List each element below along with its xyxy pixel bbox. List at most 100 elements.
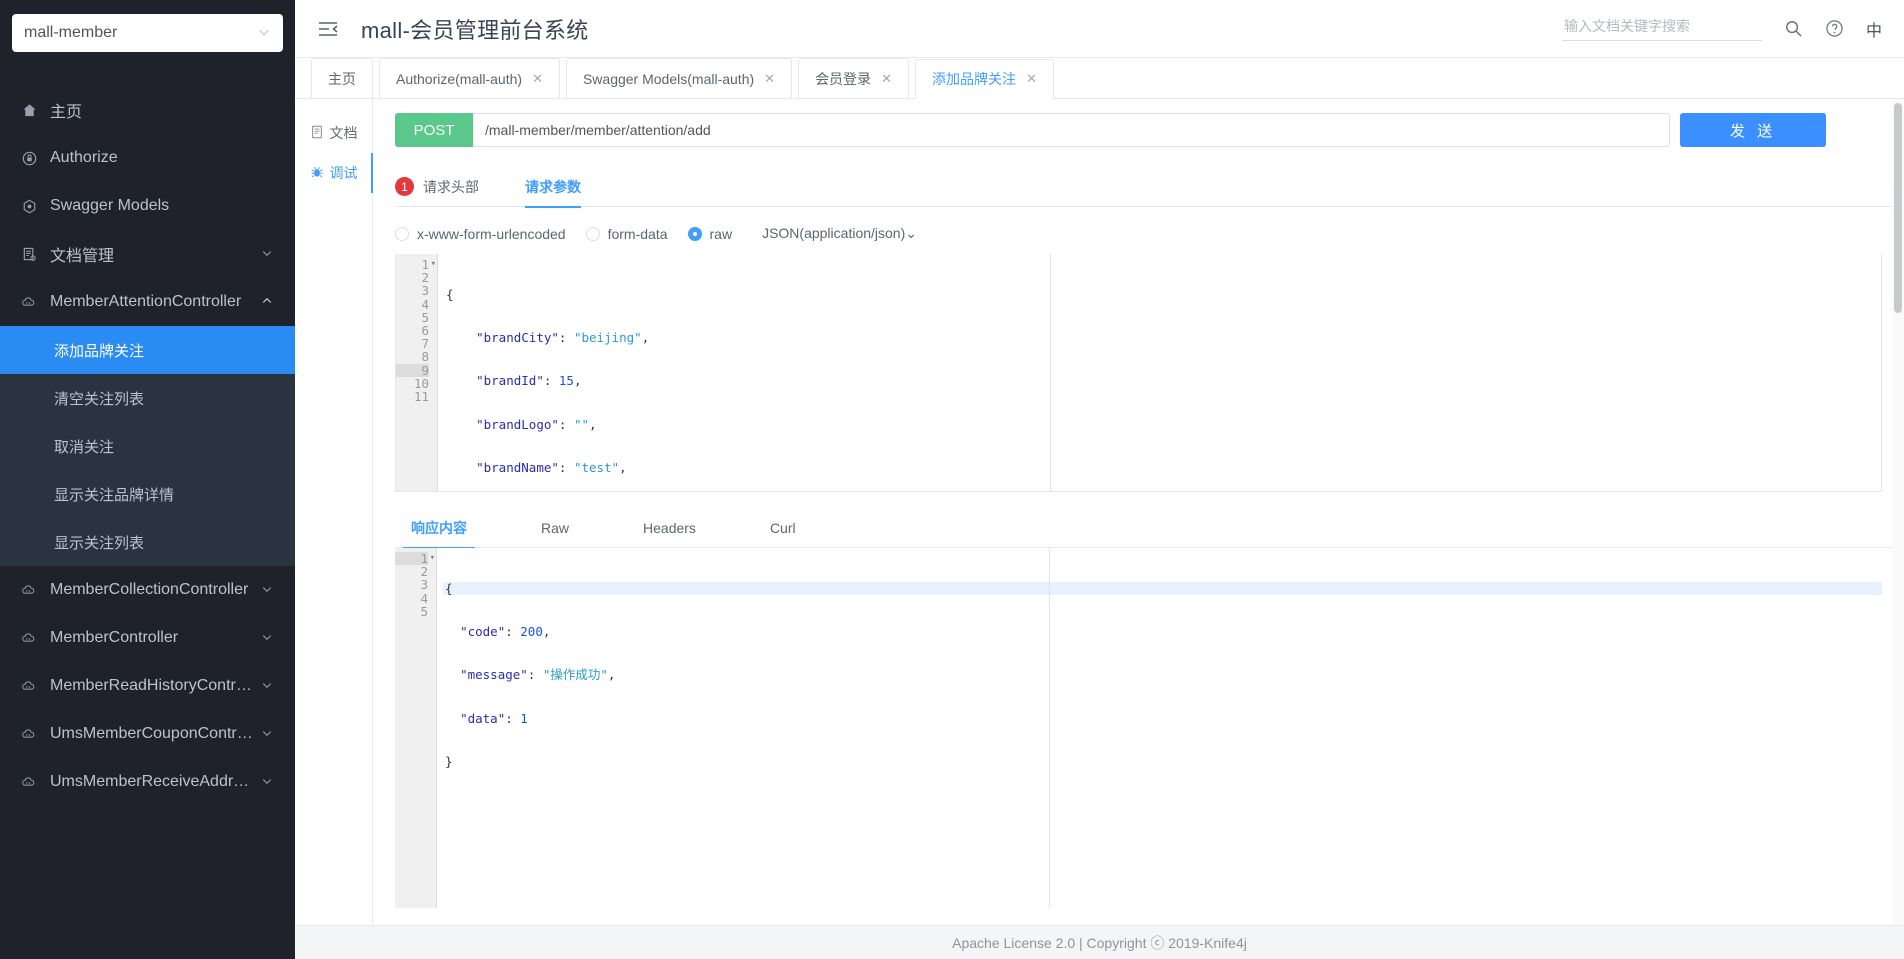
tab-response-body[interactable]: 响应内容 (403, 508, 475, 549)
tab-label: 会员登录 (815, 70, 872, 87)
radio-dot-selected-icon (687, 226, 702, 241)
send-request-button[interactable]: 发 送 (1680, 113, 1826, 147)
sidebar-subitem-show-brand-detail[interactable]: 显示关注品牌详情 (0, 470, 295, 518)
radio-x-www-form-urlencoded[interactable]: x-www-form-urlencoded (395, 226, 566, 242)
api-icon (18, 678, 40, 694)
content-type-select[interactable]: JSON(application/json)⌄ (762, 225, 917, 242)
tab-response-curl[interactable]: Curl (762, 508, 804, 548)
editor-divider (1049, 548, 1050, 908)
sidebar-item-membercollectioncontroller[interactable]: MemberCollectionController (0, 566, 295, 614)
tab-request-headers[interactable]: 1 请求头部 (395, 167, 479, 207)
close-icon[interactable]: ✕ (532, 71, 543, 87)
search-box[interactable] (1561, 16, 1762, 41)
sidebar-item-memberreadhistorycontroller[interactable]: MemberReadHistoryController (0, 662, 295, 710)
request-body-editor[interactable]: 1 2 3 4 5 6 7 8 9 10 11 { "brandCity": "… (395, 254, 1882, 492)
code-line: "code": 200, (460, 624, 551, 640)
tab-swagger-models[interactable]: Swagger Models(mall-auth) ✕ (565, 58, 793, 98)
chevron-down-icon (261, 247, 273, 262)
status-badge: 1 (395, 177, 414, 196)
nav-item-label: 调试 (329, 165, 358, 181)
request-body-code[interactable]: { "brandCity": "beijing", "brandId": 15,… (438, 254, 1881, 491)
response-body-editor[interactable]: 1 2 3 4 5 { "code": 200, "message": "操作成… (395, 548, 1882, 908)
model-icon (18, 199, 40, 214)
sidebar-item-authorize[interactable]: Authorize (0, 134, 295, 182)
radio-form-data[interactable]: form-data (585, 226, 668, 242)
home-icon (18, 103, 40, 118)
line-number: 8 (421, 349, 429, 365)
sidebar-item-home[interactable]: 主页 (0, 86, 295, 134)
api-icon (18, 726, 40, 742)
sidebar-item-membercontroller[interactable]: MemberController (0, 614, 295, 662)
tab-home[interactable]: 主页 (311, 58, 373, 98)
language-toggle[interactable]: 中 (1866, 17, 1882, 41)
service-select[interactable]: mall-member (12, 14, 283, 52)
code-line: "brandLogo": "", (476, 416, 597, 432)
http-method-button[interactable]: POST (395, 113, 473, 147)
tab-add-brand-attention[interactable]: 添加品牌关注 ✕ (914, 59, 1054, 99)
nav-item-doc[interactable]: 文档 (295, 113, 372, 153)
bug-icon (310, 165, 324, 182)
close-icon[interactable]: ✕ (764, 71, 775, 87)
body-type-radios: x-www-form-urlencoded form-data raw JSON… (395, 225, 1904, 242)
response-editor-gutter: 1 2 3 4 5 (395, 548, 437, 908)
radio-dot-icon (395, 226, 409, 241)
line-number: 3 (420, 577, 428, 593)
radio-dot-icon (585, 226, 600, 241)
sidebar-item-label: 文档管理 (50, 248, 115, 265)
service-select-wrapper: mall-member (0, 0, 295, 62)
request-url-row: POST /mall-member/member/attention/add 发… (395, 113, 1904, 147)
lock-icon (18, 151, 40, 166)
request-url-input[interactable]: /mall-member/member/attention/add (473, 113, 1670, 147)
code-line: "brandId": 15, (476, 373, 582, 389)
page-scrollbar[interactable] (1892, 99, 1904, 925)
sidebar-item-swagger-models[interactable]: Swagger Models (0, 182, 295, 230)
help-circle-icon[interactable] (1825, 19, 1844, 38)
sidebar-nav: 主页 Authorize Swagger Models 文档管理 MemberA… (0, 86, 295, 806)
doc-icon (18, 247, 40, 262)
tab-request-params[interactable]: 请求参数 (525, 167, 581, 208)
tab-label: 主页 (328, 70, 356, 87)
tab-label: Curl (769, 519, 796, 536)
main-area: mall-会员管理前台系统 中 主页 Authorize(mall-auth) … (295, 0, 1904, 959)
response-body-code[interactable]: { "code": 200, "message": "操作成功", "data"… (437, 548, 1882, 908)
close-icon[interactable]: ✕ (1026, 71, 1037, 87)
scrollbar-thumb[interactable] (1894, 103, 1902, 313)
radio-raw[interactable]: raw (687, 225, 733, 242)
api-icon (18, 294, 40, 310)
sidebar-item-umsmemberreceiveaddresscontroller[interactable]: UmsMemberReceiveAddressCont… (0, 758, 295, 806)
tab-member-login[interactable]: 会员登录 ✕ (798, 58, 909, 98)
tab-label: 请求参数 (525, 178, 581, 195)
search-icon[interactable] (1784, 19, 1803, 38)
sidebar-item-label: MemberAttentionController (50, 293, 242, 310)
close-icon[interactable]: ✕ (881, 71, 892, 87)
sidebar-subitem-show-attention-list[interactable]: 显示关注列表 (0, 518, 295, 566)
tab-response-raw[interactable]: Raw (533, 508, 577, 548)
tab-authorize[interactable]: Authorize(mall-auth) ✕ (379, 58, 560, 98)
sidebar-item-umsmembercouponcontroller[interactable]: UmsMemberCouponController (0, 710, 295, 758)
radio-label: x-www-form-urlencoded (417, 225, 566, 242)
search-input[interactable] (1561, 16, 1762, 35)
line-number: 3 (421, 283, 429, 299)
request-editor-gutter: 1 2 3 4 5 6 7 8 9 10 11 (396, 254, 438, 491)
chevron-down-icon: ⌄ (905, 225, 917, 241)
doc-debug-nav: 文档 调试 (295, 99, 373, 925)
code-line: "brandName": "test", (476, 459, 627, 475)
response-tabs: 响应内容 Raw Headers Curl ✔ 显示说明 响应码: 200 (395, 508, 1904, 549)
menu-collapse-icon[interactable] (317, 18, 339, 40)
nav-item-debug[interactable]: 调试 (295, 153, 373, 193)
sidebar-item-label: Swagger Models (50, 197, 170, 214)
tab-response-headers[interactable]: Headers (635, 508, 704, 548)
sidebar-item-doc-management[interactable]: 文档管理 (0, 230, 295, 278)
sidebar-subitem-cancel-attention[interactable]: 取消关注 (0, 422, 295, 470)
tab-label: 响应内容 (411, 519, 467, 536)
radio-label: raw (709, 225, 733, 242)
tab-label: Authorize(mall-auth) (396, 70, 523, 87)
service-select-value: mall-member (24, 24, 118, 41)
editor-divider (1050, 254, 1051, 491)
sidebar-item-memberattentioncontroller[interactable]: MemberAttentionController (0, 278, 295, 326)
sidebar-item-label: Authorize (50, 149, 118, 166)
sidebar-subitem-clear-attention-list[interactable]: 清空关注列表 (0, 374, 295, 422)
nav-item-label: 文档 (329, 125, 358, 141)
request-tabs: 1 请求头部 请求参数 (395, 167, 1904, 208)
sidebar-subitem-add-brand-attention[interactable]: 添加品牌关注 (0, 326, 295, 374)
